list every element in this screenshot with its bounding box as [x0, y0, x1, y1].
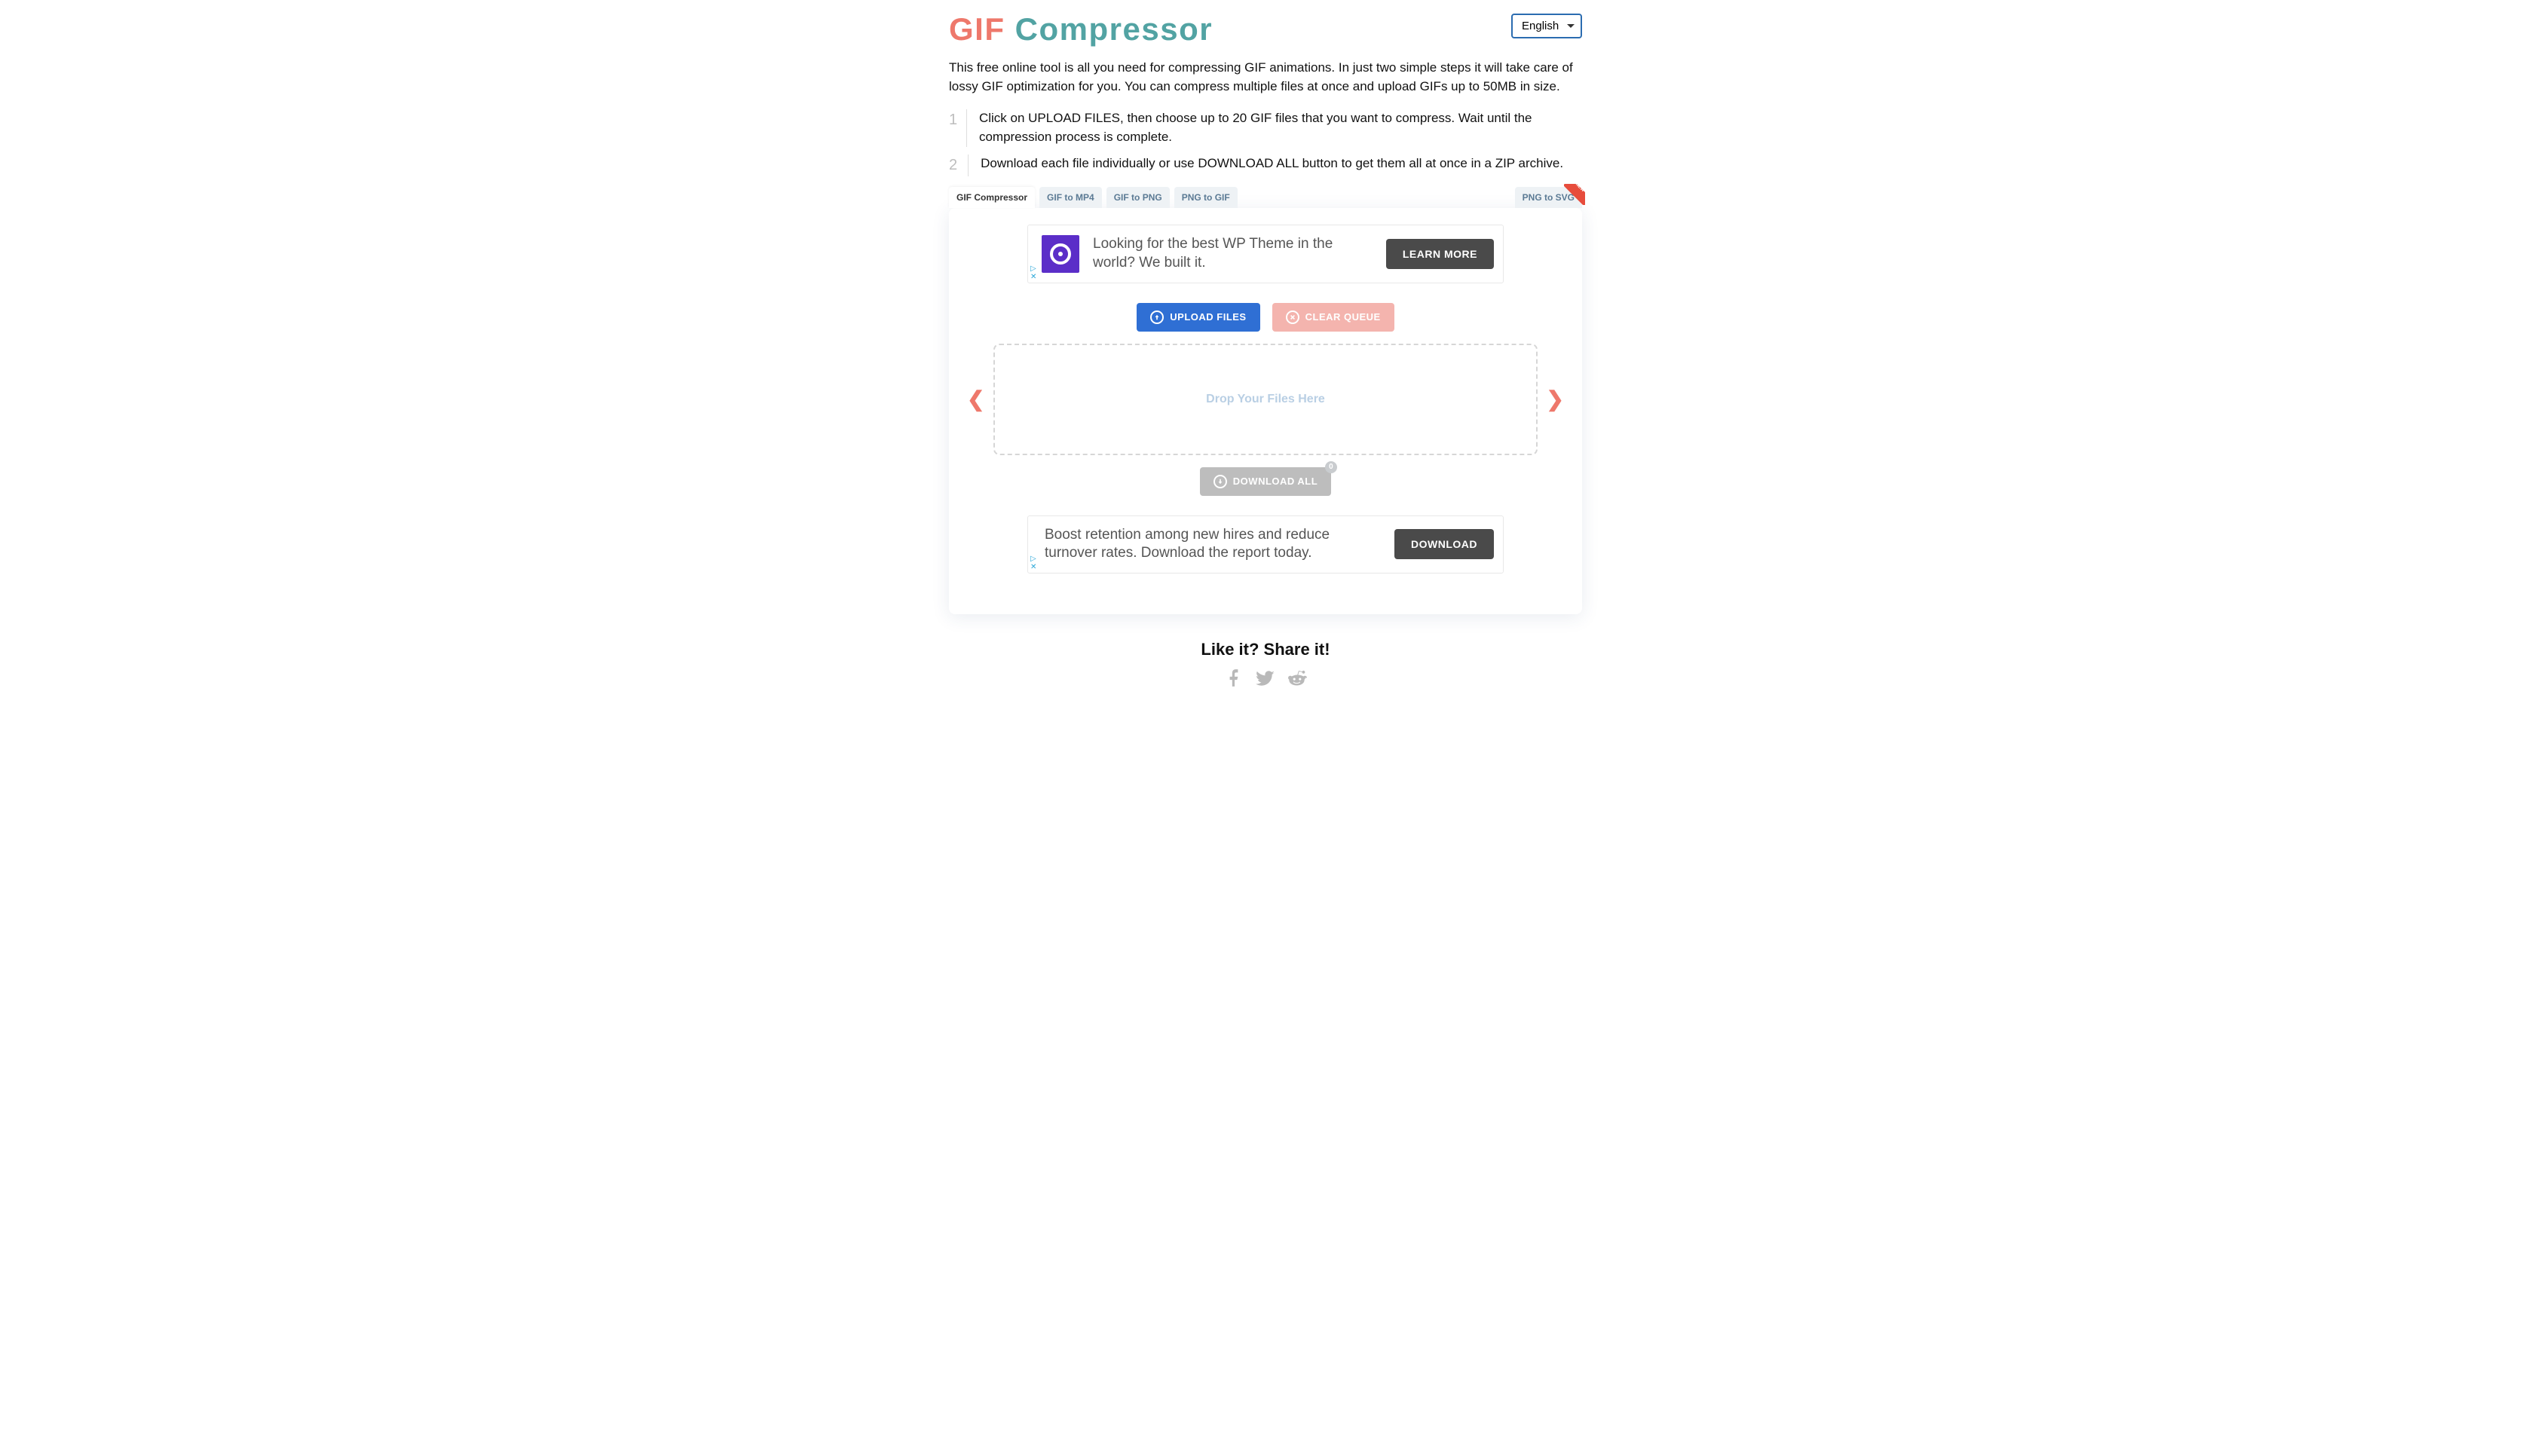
- ad-cta-button[interactable]: LEARN MORE: [1386, 239, 1494, 269]
- reddit-icon[interactable]: [1287, 668, 1307, 692]
- adchoices-icon[interactable]: ▷✕: [1030, 555, 1036, 571]
- ad-banner-bottom[interactable]: Boost retention among new hires and redu…: [1027, 515, 1504, 574]
- clear-icon: [1286, 310, 1299, 324]
- upload-icon: [1150, 310, 1164, 324]
- ad-text: Boost retention among new hires and redu…: [1042, 526, 1381, 563]
- step-number: 1: [949, 109, 967, 146]
- step-text: Click on UPLOAD FILES, then choose up to…: [979, 109, 1582, 146]
- download-icon: [1213, 475, 1227, 488]
- ad-banner-top[interactable]: Looking for the best WP Theme in the wor…: [1027, 225, 1504, 283]
- adchoices-icon[interactable]: ▷✕: [1030, 265, 1036, 281]
- main-panel: Looking for the best WP Theme in the wor…: [949, 208, 1582, 614]
- next-arrow[interactable]: ❯: [1545, 387, 1565, 411]
- download-count-badge: 0: [1325, 461, 1337, 473]
- step-item: 2 Download each file individually or use…: [949, 154, 1582, 176]
- ad-text: Looking for the best WP Theme in the wor…: [1093, 235, 1373, 272]
- ad-logo-icon: [1042, 235, 1079, 273]
- drop-zone-label: Drop Your Files Here: [1206, 393, 1325, 406]
- logo-part-gif: GIF: [949, 11, 1005, 47]
- twitter-icon[interactable]: [1256, 668, 1275, 692]
- facebook-icon[interactable]: [1224, 668, 1244, 692]
- tab-gif-to-png[interactable]: GIF to PNG: [1106, 187, 1170, 208]
- step-number: 2: [949, 154, 969, 176]
- upload-files-button[interactable]: UPLOAD FILES: [1137, 303, 1259, 332]
- prev-arrow[interactable]: ❮: [966, 387, 986, 411]
- step-item: 1 Click on UPLOAD FILES, then choose up …: [949, 109, 1582, 146]
- tab-gif-to-mp4[interactable]: GIF to MP4: [1039, 187, 1102, 208]
- logo-part-compressor: Compressor: [1015, 11, 1213, 47]
- intro-text: This free online tool is all you need fo…: [949, 59, 1582, 96]
- download-all-button[interactable]: DOWNLOAD ALL 0: [1200, 467, 1331, 496]
- steps-list: 1 Click on UPLOAD FILES, then choose up …: [949, 109, 1582, 176]
- tab-png-to-svg[interactable]: PNG to SVG: [1515, 187, 1582, 208]
- step-text: Download each file individually or use D…: [981, 154, 1563, 176]
- ad-cta-button[interactable]: DOWNLOAD: [1394, 529, 1494, 559]
- clear-queue-button[interactable]: CLEAR QUEUE: [1272, 303, 1394, 332]
- drop-zone[interactable]: Drop Your Files Here: [993, 344, 1537, 455]
- tab-png-to-gif[interactable]: PNG to GIF: [1174, 187, 1238, 208]
- tab-gif-compressor[interactable]: GIF Compressor: [949, 187, 1035, 208]
- site-logo: GIF Compressor: [949, 14, 1213, 45]
- share-title: Like it? Share it!: [949, 640, 1582, 659]
- language-select[interactable]: English: [1511, 14, 1582, 38]
